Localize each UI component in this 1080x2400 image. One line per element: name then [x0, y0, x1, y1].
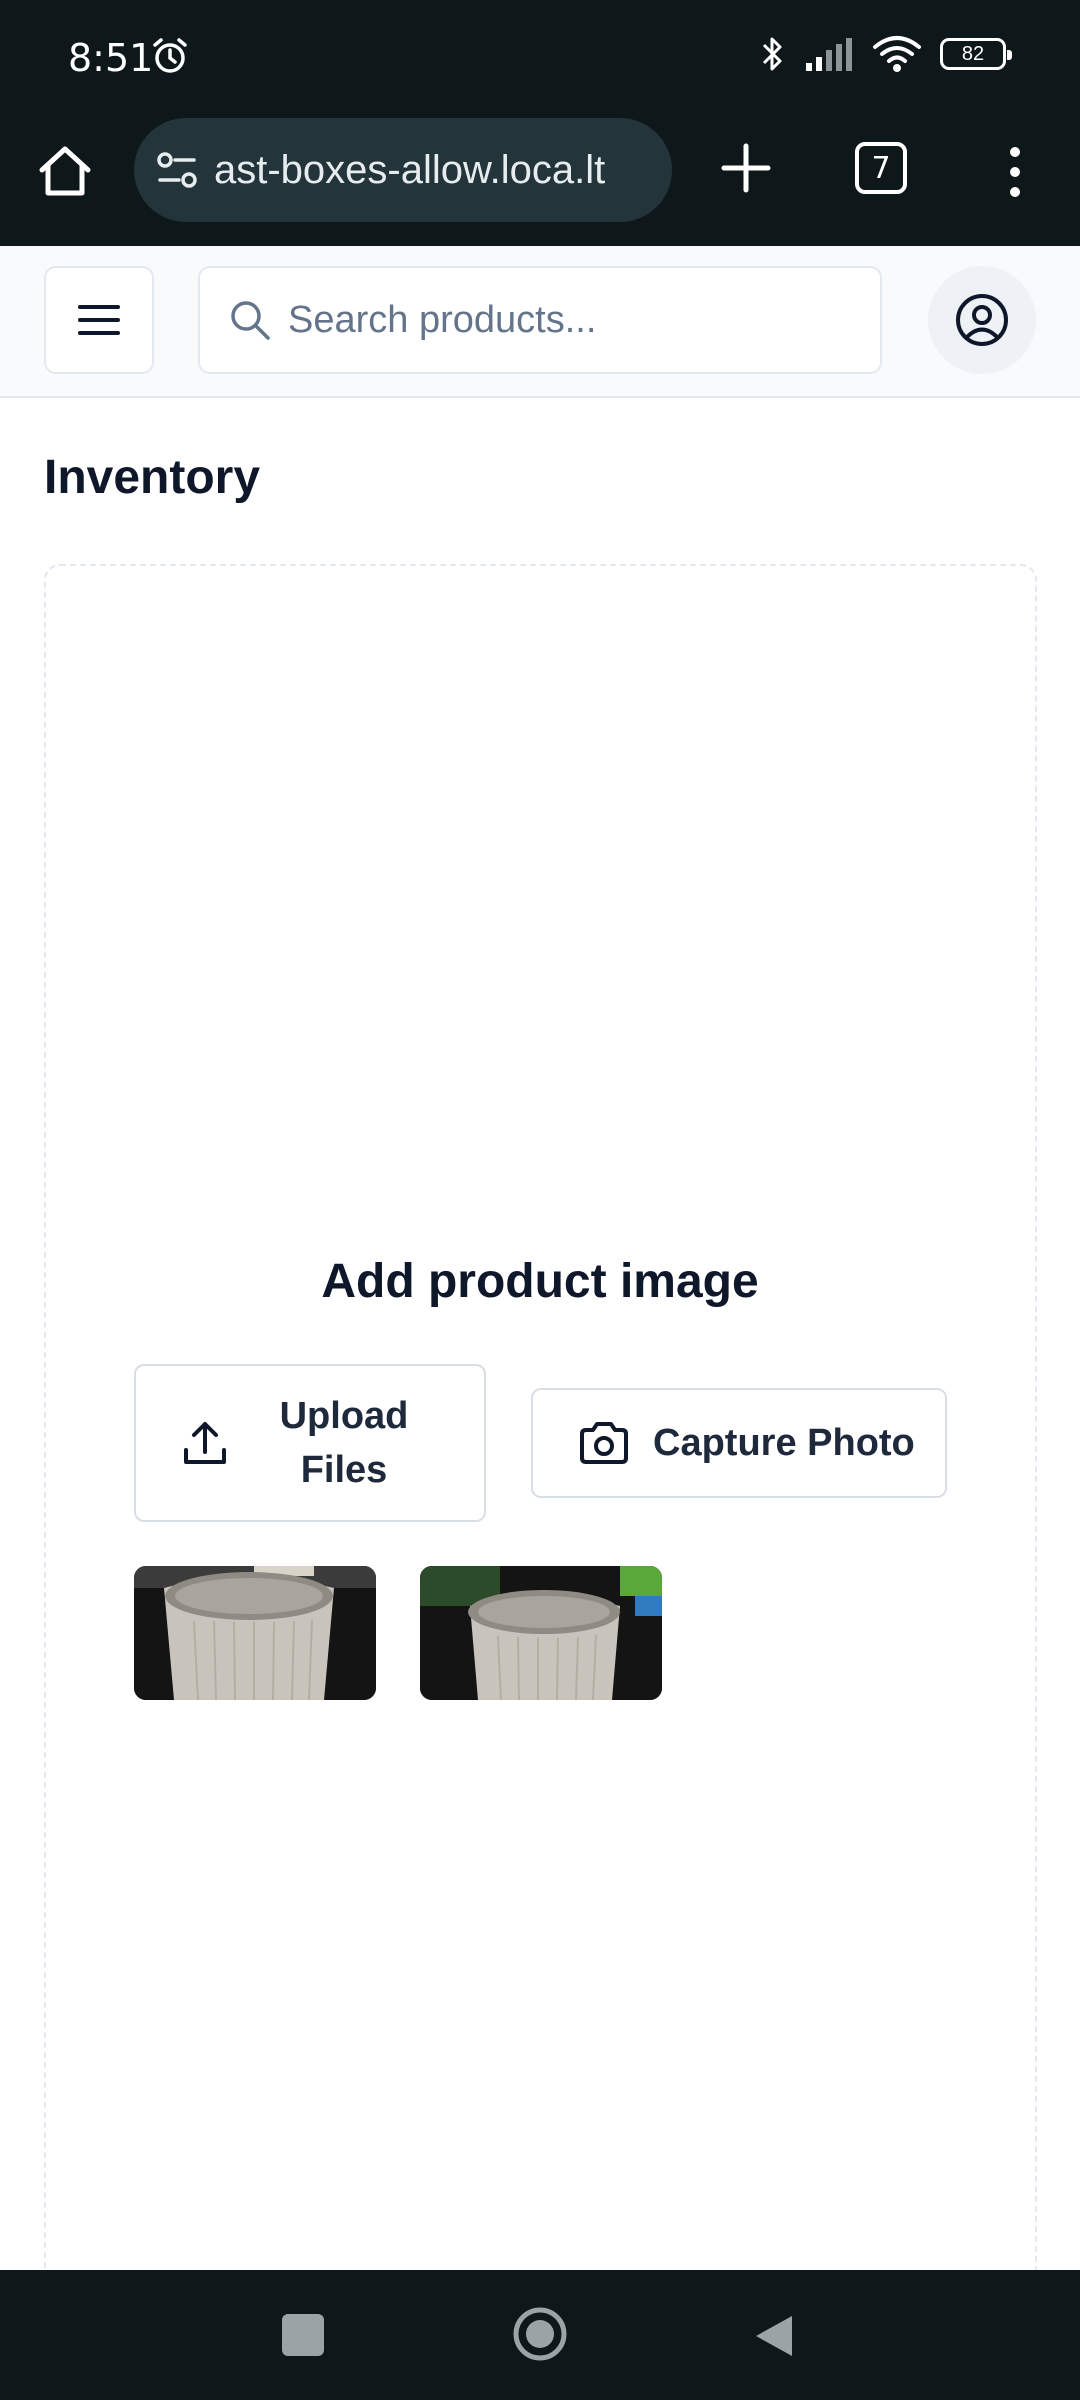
- status-time: 8:51: [68, 36, 154, 80]
- status-bar: 8:51 82: [0, 0, 1080, 118]
- address-bar[interactable]: ast-boxes-allow.loca.lt: [134, 118, 672, 222]
- site-settings-icon[interactable]: [154, 147, 200, 193]
- battery-level: 82: [961, 42, 985, 65]
- search-input[interactable]: [288, 298, 848, 342]
- camera-icon: [580, 1422, 628, 1464]
- capture-photo-label: Capture Photo: [653, 1421, 915, 1464]
- battery-icon: 82: [940, 38, 1012, 70]
- app-header: [0, 246, 1080, 398]
- recents-button[interactable]: [282, 2314, 324, 2356]
- alarm-icon: [153, 38, 187, 73]
- browser-toolbar: ast-boxes-allow.loca.lt 7: [0, 118, 1080, 246]
- upload-icon: [184, 1422, 226, 1464]
- search-icon: [231, 301, 270, 340]
- page-title: Inventory: [44, 451, 261, 504]
- more-options-icon[interactable]: [995, 142, 1035, 202]
- product-photo-cup-1: [134, 1566, 376, 1700]
- system-navigation-bar: [0, 2270, 1080, 2400]
- url-text: ast-boxes-allow.loca.lt: [214, 147, 606, 192]
- wifi-icon: [873, 36, 921, 72]
- nav-home-icon[interactable]: [512, 2306, 568, 2362]
- upload-files-label: Upload Files: [279, 1395, 409, 1491]
- home-icon[interactable]: [34, 140, 96, 202]
- search-bar[interactable]: [198, 266, 882, 374]
- product-thumbnail[interactable]: [420, 1566, 662, 1700]
- user-circle-icon: [956, 294, 1008, 346]
- new-tab-icon[interactable]: [716, 138, 776, 198]
- capture-photo-button[interactable]: Capture Photo: [531, 1388, 947, 1498]
- back-icon[interactable]: [752, 2312, 796, 2360]
- menu-button[interactable]: [44, 266, 154, 374]
- tab-count: 7: [871, 150, 891, 186]
- user-account-button[interactable]: [928, 266, 1036, 374]
- tab-switcher-button[interactable]: 7: [855, 142, 907, 194]
- signal-icon: [806, 38, 852, 71]
- product-photo-cup-2: [420, 1566, 662, 1700]
- product-thumbnail[interactable]: [134, 1566, 376, 1700]
- upload-files-button[interactable]: Upload Files: [134, 1364, 486, 1522]
- hamburger-icon: [78, 305, 120, 335]
- dropzone-heading: Add product image: [321, 1255, 759, 1308]
- bluetooth-icon: [762, 37, 782, 71]
